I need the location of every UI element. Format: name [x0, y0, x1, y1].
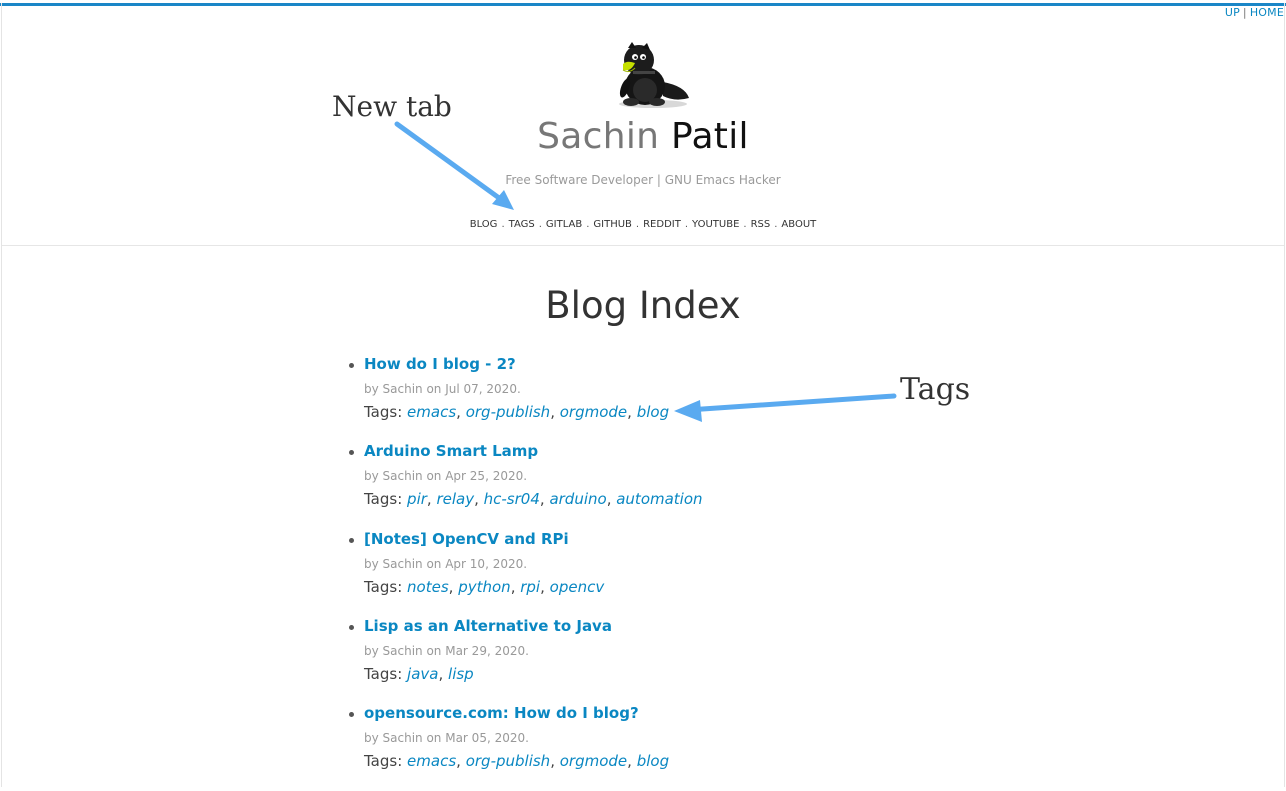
tag-link[interactable]: blog — [637, 752, 669, 770]
tag-separator: , — [606, 490, 617, 509]
post-title-link[interactable]: Lisp as an Alternative to Java — [364, 617, 612, 635]
nav-blog[interactable]: BLOG — [470, 219, 498, 230]
bullet-icon — [349, 537, 354, 543]
main-nav: BLOG. TAGS. GITLAB. GITHUB. REDDIT. YOUTUBE. R… — [0, 219, 1286, 230]
nav-separator: . — [538, 219, 542, 230]
post-meta: by Sachin on Jul 07, 2020. — [364, 382, 521, 396]
nav-separator: . — [586, 219, 590, 230]
tag-link[interactable]: rpi — [520, 578, 540, 596]
top-nav: UP | HOME — [1225, 6, 1284, 19]
nav-separator: . — [635, 219, 640, 230]
tag-link[interactable]: emacs — [407, 752, 456, 770]
nav-separator: . — [774, 219, 778, 230]
tag-separator: , — [438, 664, 449, 683]
tag-link[interactable]: orgmode — [560, 752, 627, 770]
tag-separator: , — [539, 490, 550, 509]
bullet-icon — [349, 363, 354, 368]
tag-link[interactable]: notes — [407, 578, 449, 596]
tag-link[interactable]: relay — [436, 490, 474, 508]
tag-link[interactable]: blog — [637, 403, 669, 421]
tag-link[interactable]: pir — [407, 490, 427, 508]
tags-label: Tags: — [364, 664, 403, 683]
annotation-new-tab: New tab — [332, 90, 452, 123]
post-meta: by Sachin on Mar 29, 2020. — [364, 643, 529, 658]
top-nav-separator: | — [1242, 6, 1247, 19]
tag-link[interactable]: automation — [616, 490, 702, 508]
site-title-first-name: Sachin — [537, 116, 660, 157]
tags-label: Tags: — [364, 577, 403, 596]
post-meta: by Sachin on Apr 10, 2020. — [364, 556, 528, 571]
tag-link[interactable]: lisp — [448, 665, 474, 683]
tag-separator: , — [510, 577, 521, 596]
post-title-link[interactable]: [Notes] OpenCV and RPi — [364, 530, 569, 548]
nav-youtube[interactable]: YOUTUBE — [692, 219, 739, 230]
post-tags: Tags: emacs, org-publish, orgmode, blog — [364, 752, 669, 770]
post-tags: Tags: notes, python, rpi, opencv — [364, 578, 604, 596]
tag-link[interactable]: arduino — [549, 490, 606, 508]
post-title-link[interactable]: How do I blog - 2? — [364, 355, 516, 373]
tag-separator: , — [550, 752, 560, 771]
post-title-link[interactable]: opensource.com: How do I blog? — [364, 704, 639, 722]
tag-link[interactable]: orgmode — [560, 403, 627, 421]
post-title-link[interactable]: Arduino Smart Lamp — [364, 442, 538, 460]
annotation-tags: Tags — [900, 372, 971, 407]
tags-label: Tags: — [364, 490, 403, 509]
nav-reddit[interactable]: REDDIT — [643, 219, 681, 230]
nav-separator: . — [501, 219, 505, 230]
nav-tags[interactable]: TAGS — [509, 219, 535, 230]
nav-github[interactable]: GITHUB — [593, 219, 632, 230]
tag-separator: , — [456, 403, 466, 421]
bullet-icon — [349, 624, 354, 630]
nav-gitlab[interactable]: GITLAB — [546, 219, 582, 230]
tag-separator: , — [474, 490, 484, 509]
tag-separator: , — [456, 752, 466, 771]
header-divider — [2, 245, 1284, 246]
site-title-last-name: Patil — [671, 116, 749, 157]
tag-separator: , — [550, 403, 560, 421]
tag-link[interactable]: emacs — [407, 403, 456, 421]
page-title: Blog Index — [545, 284, 741, 327]
tag-link[interactable]: org-publish — [466, 752, 551, 770]
tag-separator: , — [540, 577, 550, 596]
nav-separator: . — [743, 219, 747, 230]
tag-link[interactable]: java — [407, 665, 438, 683]
tag-link[interactable]: opencv — [550, 578, 605, 596]
post-meta: by Sachin on Mar 05, 2020. — [364, 731, 529, 746]
tag-link[interactable]: python — [458, 578, 510, 596]
tag-separator: , — [627, 752, 637, 771]
post-meta: by Sachin on Apr 25, 2020. — [364, 469, 528, 484]
site-title[interactable]: Sachin Patil — [0, 116, 1286, 157]
tag-separator: , — [627, 403, 637, 421]
post-tags: Tags: java, lisp — [364, 665, 474, 683]
tags-label: Tags: — [364, 752, 403, 771]
post-tags: Tags: emacs, org-publish, orgmode, blog — [364, 403, 669, 421]
nav-rss[interactable]: RSS — [751, 219, 771, 230]
site-tagline: Free Software Developer | GNU Emacs Hack… — [505, 173, 781, 187]
nav-separator: . — [684, 219, 689, 230]
penguin-mascot-icon[interactable] — [605, 42, 691, 108]
post-tags: Tags: pir, relay, hc-sr04, arduino, auto… — [364, 490, 703, 508]
home-link[interactable]: HOME — [1250, 6, 1284, 19]
up-link[interactable]: UP — [1225, 6, 1240, 19]
tags-label: Tags: — [364, 403, 403, 421]
nav-about[interactable]: ABOUT — [781, 219, 816, 230]
tag-link[interactable]: org-publish — [466, 403, 551, 421]
tag-separator: , — [448, 577, 459, 596]
tag-link[interactable]: hc-sr04 — [484, 490, 540, 508]
